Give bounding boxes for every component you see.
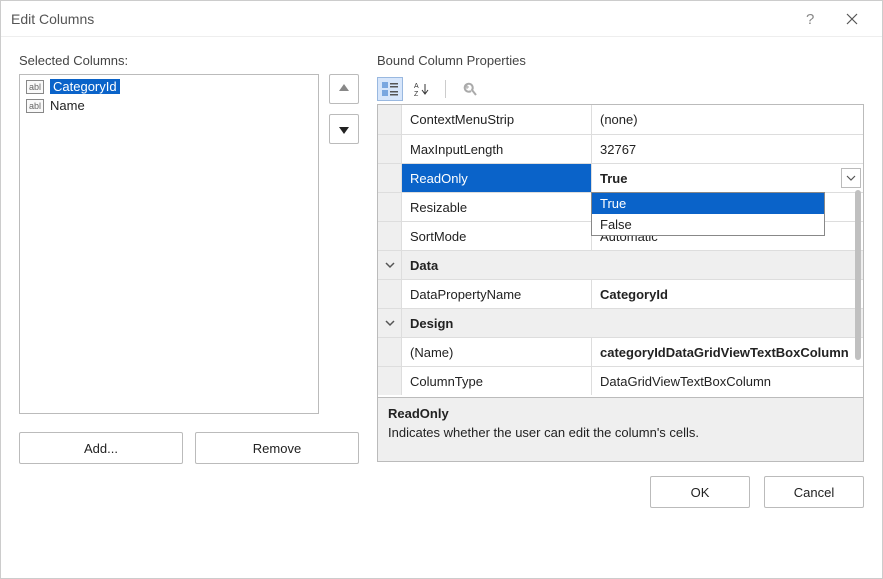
property-grid-scrollbar[interactable] <box>853 190 863 380</box>
help-property-name: ReadOnly <box>388 406 853 421</box>
expand-collapse-icon <box>378 222 402 250</box>
property-category[interactable]: Design <box>378 308 863 337</box>
selected-columns-list[interactable]: abl CategoryId abl Name <box>19 74 319 414</box>
svg-text:A: A <box>414 83 419 90</box>
property-name: Resizable <box>402 193 592 221</box>
expand-collapse-icon[interactable] <box>378 251 402 279</box>
property-help: ReadOnly Indicates whether the user can … <box>377 398 864 462</box>
property-value[interactable]: 32767 <box>592 135 863 163</box>
list-item-label: CategoryId <box>50 79 120 94</box>
property-value[interactable]: DataGridViewTextBoxColumn <box>592 367 863 395</box>
expand-collapse-icon <box>378 338 402 366</box>
property-row[interactable]: MaxInputLength32767 <box>378 134 863 163</box>
expand-collapse-icon <box>378 105 402 134</box>
edit-columns-dialog: Edit Columns ? Selected Columns: abl Cate… <box>0 0 883 579</box>
expand-collapse-icon <box>378 193 402 221</box>
selected-columns-label: Selected Columns: <box>19 53 359 68</box>
expand-collapse-icon <box>378 280 402 308</box>
remove-button[interactable]: Remove <box>195 432 359 464</box>
dialog-title: Edit Columns <box>11 11 792 27</box>
property-row[interactable]: ContextMenuStrip(none) <box>378 105 863 134</box>
property-row[interactable]: (Name)categoryIdDataGridViewTextBoxColum… <box>378 337 863 366</box>
property-toolbar: AZ <box>377 74 864 104</box>
property-pages-icon[interactable] <box>456 77 482 101</box>
property-grid[interactable]: ContextMenuStrip(none)MaxInputLength3276… <box>378 105 863 397</box>
textbox-column-icon: abl <box>26 80 44 94</box>
svg-text:Z: Z <box>414 91 419 97</box>
property-name: (Name) <box>402 338 592 366</box>
property-value[interactable]: categoryIdDataGridViewTextBoxColumn <box>592 338 863 366</box>
list-item-label: Name <box>50 98 85 113</box>
list-item[interactable]: abl Name <box>22 96 316 115</box>
property-category[interactable]: Data <box>378 250 863 279</box>
ok-button[interactable]: OK <box>650 476 750 508</box>
property-name: SortMode <box>402 222 592 250</box>
property-value[interactable] <box>592 251 863 279</box>
list-item[interactable]: abl CategoryId <box>22 77 316 96</box>
titlebar: Edit Columns ? <box>1 1 882 37</box>
property-row[interactable]: ReadOnlyTrue <box>378 163 863 192</box>
property-name: ColumnType <box>402 367 592 395</box>
property-name: ReadOnly <box>402 164 592 192</box>
property-name: Data <box>402 251 592 279</box>
property-row[interactable]: DataPropertyNameCategoryId <box>378 279 863 308</box>
dropdown-option[interactable]: True <box>592 193 824 214</box>
property-value[interactable]: True <box>592 164 863 192</box>
property-name: MaxInputLength <box>402 135 592 163</box>
move-up-button[interactable] <box>329 74 359 104</box>
expand-collapse-icon <box>378 135 402 163</box>
move-down-button[interactable] <box>329 114 359 144</box>
help-property-desc: Indicates whether the user can edit the … <box>388 425 853 440</box>
chevron-down-icon[interactable] <box>841 168 861 188</box>
cancel-button[interactable]: Cancel <box>764 476 864 508</box>
selected-columns-pane: Selected Columns: abl CategoryId abl Name A… <box>19 53 359 566</box>
expand-collapse-icon[interactable] <box>378 309 402 337</box>
property-name: DataPropertyName <box>402 280 592 308</box>
svg-text:?: ? <box>806 11 814 27</box>
property-name: ContextMenuStrip <box>402 105 592 134</box>
property-value[interactable] <box>592 309 863 337</box>
dropdown-option[interactable]: False <box>592 214 824 235</box>
help-icon[interactable]: ? <box>792 1 832 37</box>
reorder-buttons <box>329 74 359 414</box>
categorized-icon[interactable] <box>377 77 403 101</box>
alphabetical-icon[interactable]: AZ <box>409 77 435 101</box>
readonly-dropdown[interactable]: TrueFalse <box>591 192 825 236</box>
property-value[interactable]: CategoryId <box>592 280 863 308</box>
bound-properties-label: Bound Column Properties <box>377 53 864 68</box>
textbox-column-icon: abl <box>26 99 44 113</box>
expand-collapse-icon <box>378 367 402 395</box>
add-button[interactable]: Add... <box>19 432 183 464</box>
expand-collapse-icon <box>378 164 402 192</box>
property-value[interactable]: (none) <box>592 105 863 134</box>
property-row[interactable]: ColumnTypeDataGridViewTextBoxColumn <box>378 366 863 395</box>
bound-properties-pane: Bound Column Properties AZ ContextMenu <box>377 53 864 566</box>
toolbar-separator <box>445 80 446 98</box>
close-icon[interactable] <box>832 1 872 37</box>
property-name: Design <box>402 309 592 337</box>
